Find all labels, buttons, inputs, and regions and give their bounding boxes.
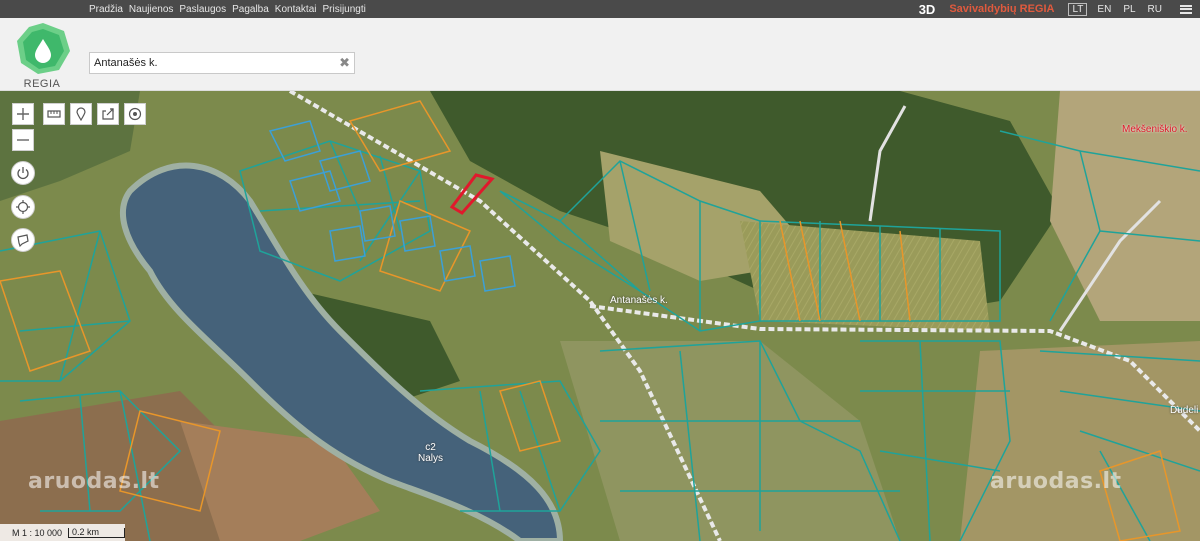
measure-button[interactable] bbox=[43, 103, 65, 125]
ruler-icon bbox=[47, 110, 61, 118]
search-input[interactable] bbox=[90, 53, 338, 73]
close-icon[interactable]: ✖ bbox=[339, 55, 350, 71]
target-button[interactable] bbox=[124, 103, 146, 125]
zoom-in-button[interactable] bbox=[12, 103, 34, 125]
power-button[interactable] bbox=[11, 161, 35, 185]
lake-name: Nalys bbox=[418, 453, 444, 464]
nav-pagalba[interactable]: Pagalba bbox=[232, 4, 269, 15]
place-meksenikio: Mekšeniškio k. bbox=[1122, 124, 1188, 135]
regia-logo-icon[interactable] bbox=[14, 21, 72, 77]
top-right-tools: 3D Savivaldybių REGIA LT EN PL RU bbox=[919, 0, 1192, 18]
logo-text: REGIA bbox=[23, 78, 61, 90]
plus-icon bbox=[17, 108, 29, 120]
lake-code: c2 bbox=[425, 442, 436, 453]
lang-pl[interactable]: PL bbox=[1121, 4, 1137, 15]
nav-kontaktai[interactable]: Kontaktai bbox=[275, 4, 317, 15]
crosshair-icon bbox=[16, 200, 30, 214]
place-antanases: Antanašės k. bbox=[610, 295, 668, 306]
nav-prisijungti[interactable]: Prisijungti bbox=[323, 4, 366, 15]
lasso-button[interactable] bbox=[11, 228, 35, 252]
scale-distance: 0.2 km bbox=[68, 527, 126, 538]
power-icon bbox=[17, 167, 29, 180]
lasso-icon bbox=[17, 234, 29, 247]
target-icon bbox=[128, 107, 142, 121]
lang-lt[interactable]: LT bbox=[1068, 2, 1088, 16]
minus-icon bbox=[17, 139, 29, 141]
main-nav: Pradžia Naujienos Paslaugos Pagalba Kont… bbox=[89, 0, 366, 18]
nav-naujienos[interactable]: Naujienos bbox=[129, 4, 173, 15]
share-icon bbox=[102, 108, 114, 120]
nav-pradzia[interactable]: Pradžia bbox=[89, 4, 123, 15]
scale-bar: M 1 : 10 000 0.2 km bbox=[0, 524, 126, 541]
scale-ratio: M 1 : 10 000 bbox=[12, 527, 63, 538]
watermark-top: aruodas.lt bbox=[1030, 91, 1162, 96]
watermark-bottom-left: aruodas.lt bbox=[28, 469, 160, 494]
pin-button[interactable] bbox=[70, 103, 92, 125]
share-button[interactable] bbox=[97, 103, 119, 125]
hamburger-menu-icon[interactable] bbox=[1180, 4, 1192, 14]
pin-icon bbox=[76, 107, 86, 121]
3d-button[interactable]: 3D bbox=[919, 2, 936, 17]
lang-ru[interactable]: RU bbox=[1146, 4, 1164, 15]
map-view[interactable]: Antanašės k. c2 Nalys Mekšeniškio k. Dud… bbox=[0, 91, 1200, 541]
watermark-bottom-right: aruodas.lt bbox=[990, 469, 1122, 494]
header: REGIA ✖ bbox=[0, 18, 1200, 91]
brand-label: Savivaldybių REGIA bbox=[949, 3, 1055, 15]
place-dudeli: Dudeli bbox=[1170, 405, 1199, 416]
nav-paslaugos[interactable]: Paslaugos bbox=[179, 4, 226, 15]
place-nalys: c2 Nalys bbox=[418, 442, 443, 464]
lang-en[interactable]: EN bbox=[1095, 4, 1113, 15]
top-bar: Pradžia Naujienos Paslaugos Pagalba Kont… bbox=[0, 0, 1200, 18]
zoom-out-button[interactable] bbox=[12, 129, 34, 151]
locate-button[interactable] bbox=[11, 195, 35, 219]
search-box: ✖ bbox=[89, 52, 355, 74]
